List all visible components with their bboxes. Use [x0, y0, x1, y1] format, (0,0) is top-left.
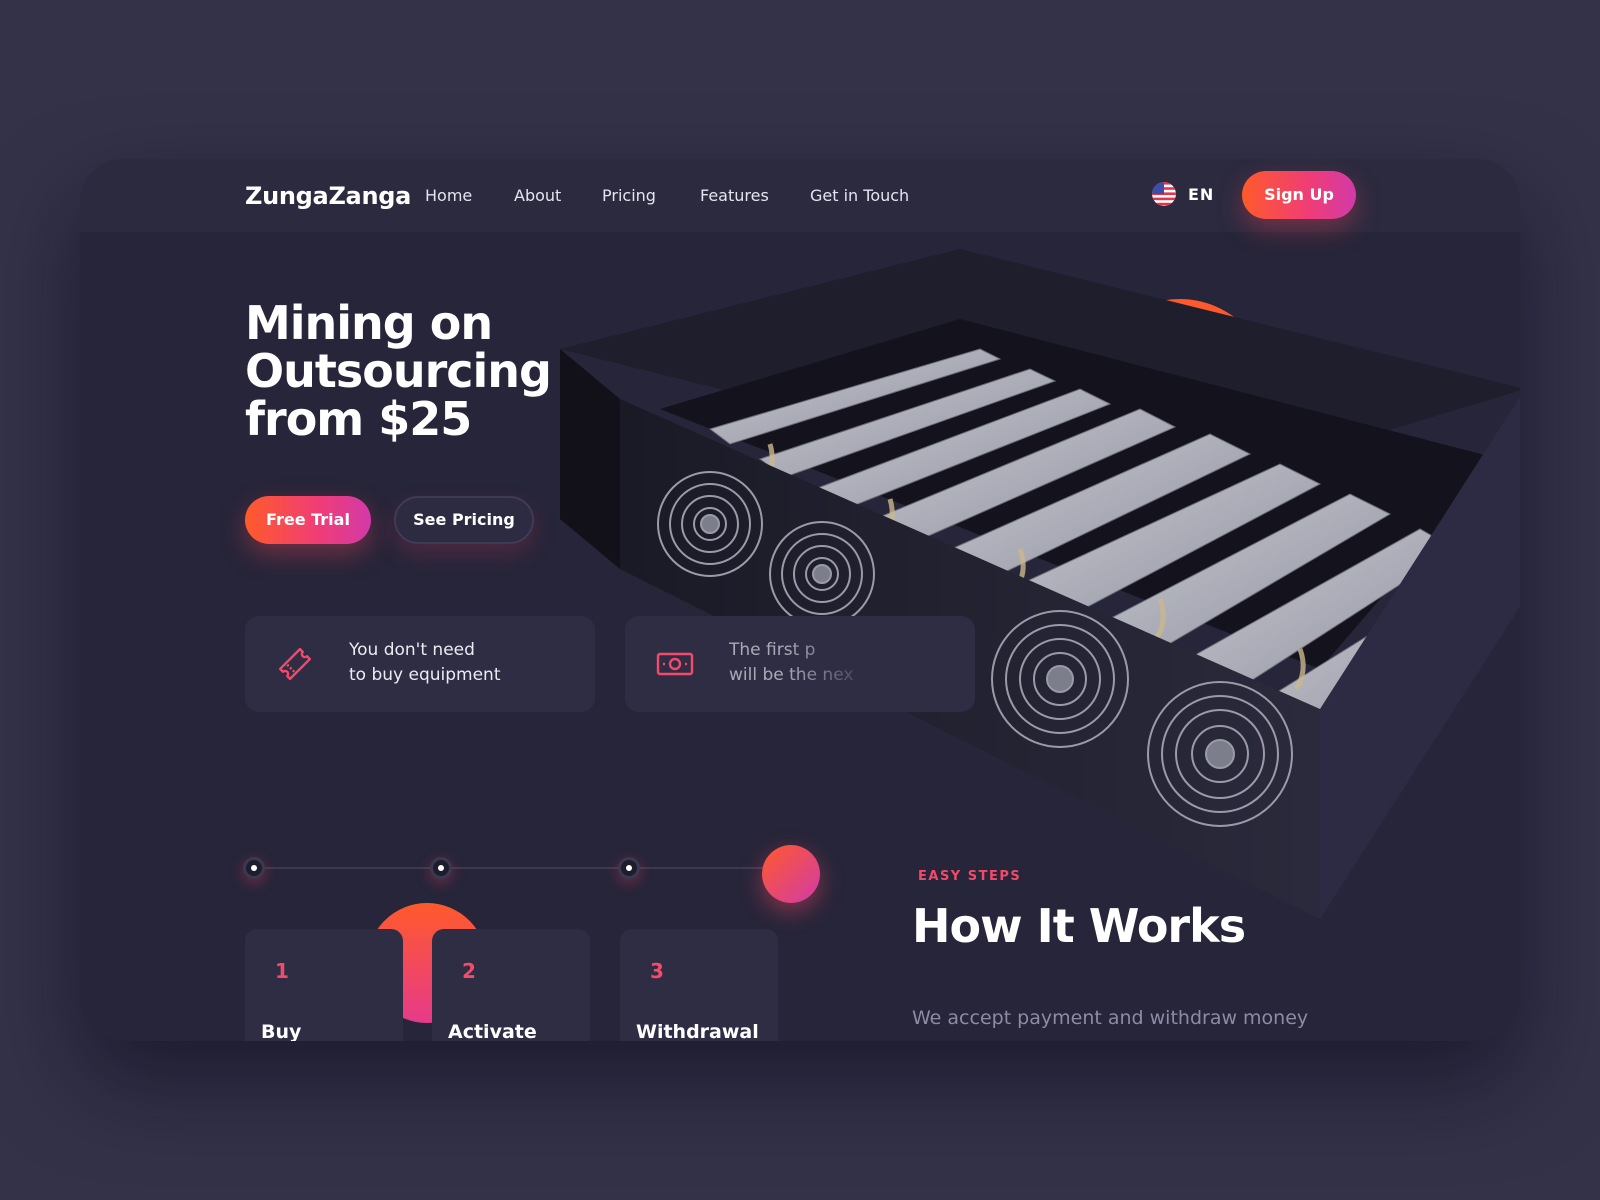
step-label: Buy: [261, 1021, 302, 1041]
mining-rig-image: [560, 249, 1520, 919]
money-icon: [656, 652, 694, 676]
nav-link-features[interactable]: Features: [700, 186, 769, 205]
step-number: 1: [275, 959, 289, 983]
feature-text-line: You don't need: [349, 640, 475, 660]
step-card-buy[interactable]: 1 Buy: [245, 929, 403, 1041]
nav-link-home[interactable]: Home: [425, 186, 472, 205]
step-label: Activate: [448, 1021, 537, 1041]
section-eyebrow: EASY STEPS: [918, 869, 1022, 884]
free-trial-button[interactable]: Free Trial: [245, 496, 371, 544]
feature-card-equipment: You don't need to buy equipment: [245, 616, 595, 712]
nav-link-about[interactable]: About: [514, 186, 561, 205]
step-number: 2: [462, 959, 476, 983]
hero-title-line: Mining on: [245, 296, 493, 350]
step-label: Withdrawal: [636, 1021, 759, 1041]
section-description: We accept payment and withdraw money: [912, 1007, 1309, 1029]
brand-logo[interactable]: ZungaZanga: [245, 182, 411, 210]
feature-card-payout: The first p will be the nex: [625, 616, 975, 712]
step-card-withdrawal[interactable]: 3 Withdrawal: [620, 929, 778, 1041]
hero-title-line: from $25: [245, 392, 472, 446]
timeline-track: [258, 867, 778, 869]
feature-text: You don't need to buy equipment: [349, 638, 579, 688]
timeline-dot[interactable]: [243, 857, 265, 879]
top-navbar: ZungaZanga Home About Pricing Features G…: [80, 159, 1520, 232]
feature-text-line: will be the nex: [729, 665, 854, 685]
hero-title: Mining on Outsourcing from $25: [245, 299, 575, 443]
step-card-activate[interactable]: 2 Activate: [432, 929, 590, 1041]
step-number: 3: [650, 959, 664, 983]
section-title: How It Works: [912, 899, 1246, 953]
timeline-dot[interactable]: [618, 857, 640, 879]
timeline-dot[interactable]: [430, 857, 452, 879]
see-pricing-button[interactable]: See Pricing: [394, 496, 534, 544]
landing-card: ZungaZanga Home About Pricing Features G…: [80, 159, 1520, 1041]
language-code: EN: [1188, 184, 1215, 204]
ticket-icon: [278, 647, 312, 681]
nav-link-get-in-touch[interactable]: Get in Touch: [810, 186, 909, 205]
us-flag-icon: [1152, 182, 1176, 206]
language-selector[interactable]: EN: [1152, 182, 1214, 206]
feature-text: The first p will be the nex: [729, 638, 959, 688]
sign-up-button[interactable]: Sign Up: [1242, 171, 1356, 219]
feature-text-line: The first p: [729, 640, 816, 660]
timeline-active-dot[interactable]: [762, 845, 820, 903]
hero-title-line: Outsourcing: [245, 344, 552, 398]
feature-text-line: to buy equipment: [349, 665, 501, 685]
nav-link-pricing[interactable]: Pricing: [602, 186, 656, 205]
